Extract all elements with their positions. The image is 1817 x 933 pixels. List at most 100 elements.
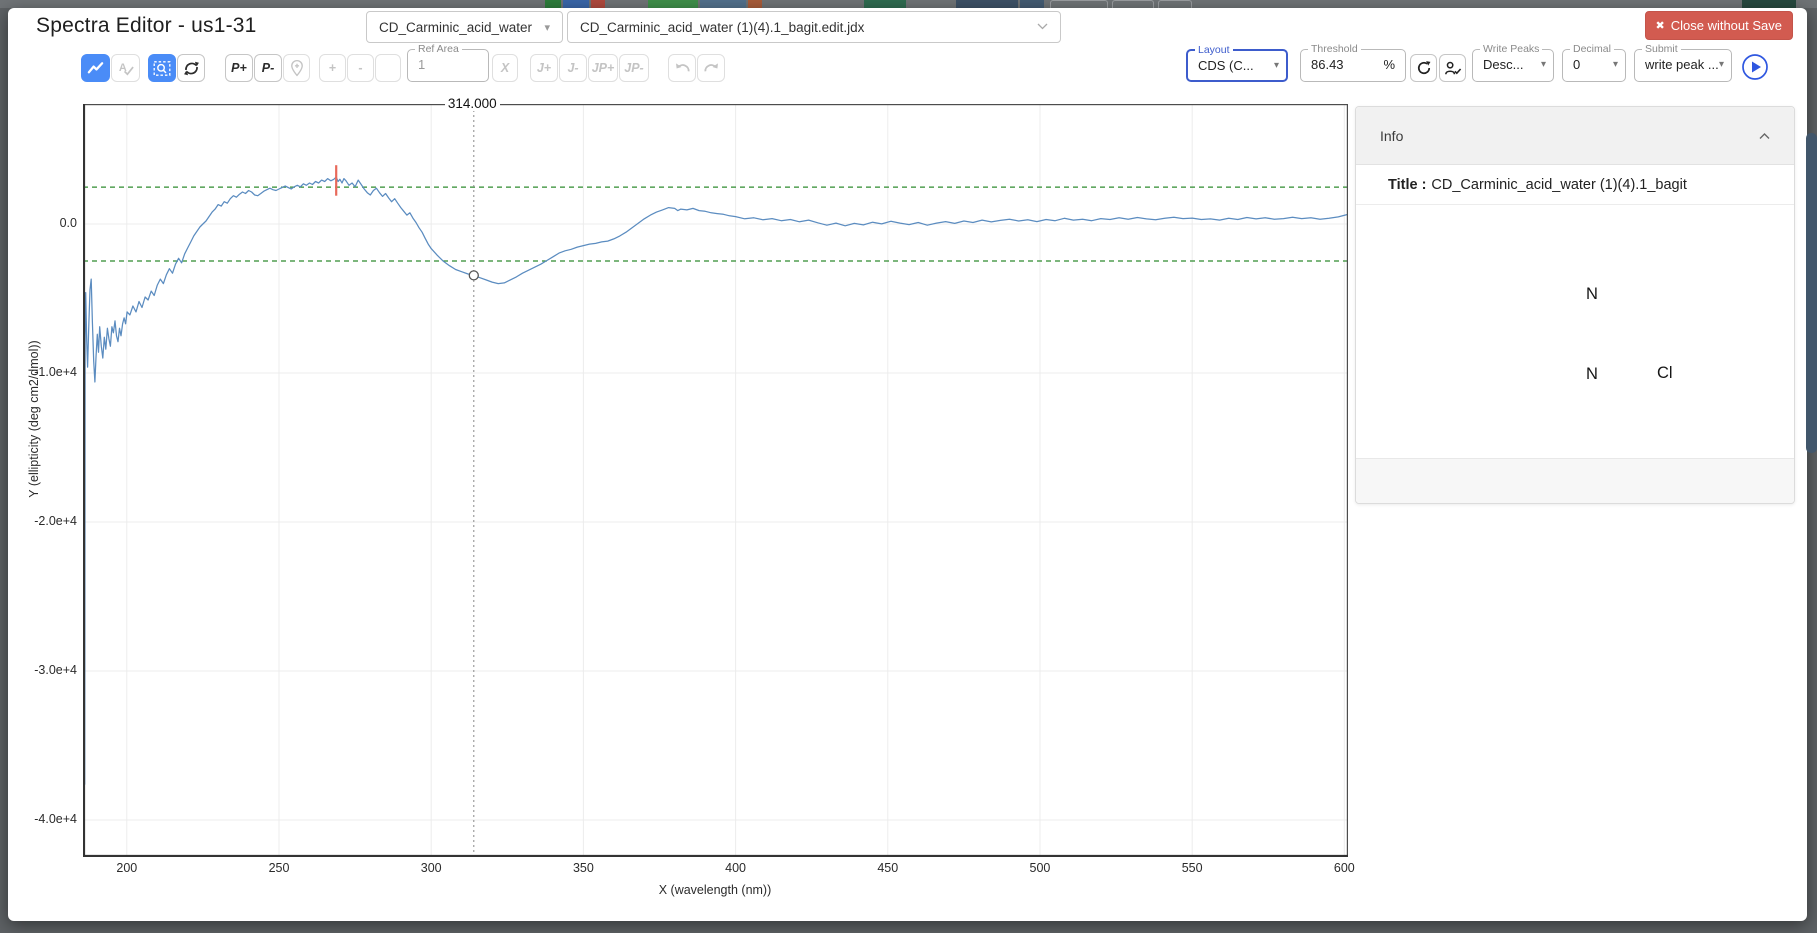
- background-tab-fragment: [1112, 0, 1154, 8]
- chevron-down-icon: ▾: [1274, 60, 1279, 71]
- background-tab-fragment: [956, 0, 1018, 8]
- x-tick-label: 350: [563, 861, 603, 875]
- y-tick-label: -4.0e+4: [17, 812, 77, 826]
- x-button[interactable]: X: [492, 54, 518, 82]
- background-tab-fragment: [545, 0, 561, 8]
- cursor-wavelength-label: 314.000: [445, 96, 500, 111]
- jp-minus-button[interactable]: JP-: [619, 54, 649, 82]
- close-without-save-button[interactable]: ✖ Close without Save: [1645, 11, 1794, 40]
- ref-area-input[interactable]: 1: [418, 57, 425, 72]
- write-peaks-label: Write Peaks: [1480, 43, 1542, 55]
- peak-remove-button[interactable]: P-: [254, 54, 282, 82]
- decimal-select[interactable]: Decimal 0 ▾: [1562, 49, 1626, 82]
- chevron-down-icon: ▾: [1719, 59, 1724, 70]
- chevron-down-icon: ▾: [1613, 59, 1618, 70]
- layout-value: CDS (C...: [1198, 58, 1254, 73]
- spectrum-title-label: Title :: [1388, 177, 1426, 193]
- threshold-unit: %: [1383, 57, 1395, 72]
- threshold-label: Threshold: [1308, 43, 1361, 55]
- layout-select[interactable]: Layout CDS (C... ▾: [1186, 49, 1288, 82]
- spectrum-selector-value: CD_Carminic_acid_water: [379, 20, 532, 35]
- spectrum-selector-dropdown[interactable]: CD_Carminic_acid_water ▾: [366, 11, 563, 43]
- ref-area-field[interactable]: Ref Area 1: [407, 49, 489, 82]
- submit-value: write peak ...: [1645, 57, 1719, 72]
- background-tab-fragment: [1020, 0, 1044, 8]
- spectrum-title-value: CD_Carminic_acid_water (1)(4).1_bagit: [1431, 177, 1686, 193]
- background-tab-fragment: [591, 0, 605, 8]
- play-icon: [1741, 53, 1769, 81]
- y-axis-title: Y (ellipticity (deg cm2/dmol)): [27, 289, 41, 549]
- write-peaks-select[interactable]: Write Peaks Desc... ▾: [1472, 49, 1554, 82]
- x-tick-label: 550: [1172, 861, 1212, 875]
- background-tab-fragment: [1050, 0, 1108, 8]
- run-submit-button[interactable]: [1740, 52, 1770, 82]
- user-check-icon: [1443, 59, 1462, 78]
- file-selector-dropdown[interactable]: CD_Carminic_acid_water (1)(4).1_bagit.ed…: [567, 11, 1061, 43]
- molecule-atom-label: N: [1586, 285, 1598, 304]
- plus-button[interactable]: +: [319, 54, 346, 82]
- spectrum-chart-area[interactable]: [83, 104, 1348, 857]
- background-tab-fragment: [1742, 0, 1796, 8]
- info-panel-title: Info: [1380, 128, 1403, 144]
- decimal-value: 0: [1573, 57, 1580, 72]
- threshold-input[interactable]: 86.43: [1311, 57, 1344, 72]
- minus-button[interactable]: -: [347, 54, 374, 82]
- pin-peak-button[interactable]: [283, 54, 310, 82]
- write-peaks-value: Desc...: [1483, 57, 1523, 72]
- jp-plus-button[interactable]: JP+: [588, 54, 618, 82]
- x-tick-label: 400: [716, 861, 756, 875]
- j-plus-button[interactable]: J+: [530, 54, 558, 82]
- chevron-down-icon: ▾: [544, 21, 550, 34]
- scrollbar-thumb[interactable]: [1806, 133, 1817, 453]
- y-tick-label: -1.0e+4: [17, 365, 77, 379]
- x-tick-label: 200: [107, 861, 147, 875]
- background-tab-fragment: [648, 0, 698, 8]
- molecule-atom-label: N: [1586, 365, 1598, 384]
- background-tab-fragment: [748, 0, 762, 8]
- auto-peak-picking-button[interactable]: [1439, 54, 1466, 82]
- info-panel-header[interactable]: Info: [1356, 107, 1794, 165]
- background-tab-fragment: [563, 0, 589, 8]
- j-minus-button[interactable]: J-: [559, 54, 587, 82]
- y-tick-label: -2.0e+4: [17, 514, 77, 528]
- undo-button[interactable]: [668, 54, 696, 82]
- zoom-area-tool-button[interactable]: [148, 54, 176, 82]
- molecule-viewer[interactable]: N N Cl: [1356, 205, 1794, 461]
- threshold-field[interactable]: Threshold 86.43 %: [1300, 49, 1406, 82]
- x-tick-label: 300: [411, 861, 451, 875]
- chevron-down-icon: ▾: [1541, 59, 1546, 70]
- molecule-atom-label: Cl: [1657, 364, 1673, 383]
- y-tick-label: 0.0: [17, 216, 77, 230]
- layout-label: Layout: [1195, 44, 1233, 56]
- x-tick-label: 600: [1324, 861, 1364, 875]
- redo-button[interactable]: [697, 54, 725, 82]
- refresh-icon: [1415, 59, 1433, 77]
- info-panel-footer: [1356, 458, 1794, 503]
- submit-select[interactable]: Submit write peak ... ▾: [1634, 49, 1732, 82]
- info-panel: Info Title : CD_Carminic_acid_water (1)(…: [1355, 106, 1795, 504]
- chevron-down-icon: [1037, 21, 1048, 33]
- reset-zoom-button[interactable]: [177, 54, 205, 82]
- x-tick-label: 250: [259, 861, 299, 875]
- close-icon: ✖: [1656, 19, 1665, 32]
- auto-assign-tool-button[interactable]: A: [111, 54, 140, 82]
- blank-button[interactable]: [375, 54, 401, 82]
- background-tab-fragment: [864, 0, 906, 8]
- x-tick-label: 500: [1020, 861, 1060, 875]
- background-tab-fragment: [1158, 0, 1192, 8]
- x-tick-label: 450: [868, 861, 908, 875]
- ref-area-label: Ref Area: [415, 43, 462, 55]
- page-title: Spectra Editor - us1-31: [36, 14, 257, 38]
- submit-label: Submit: [1642, 43, 1681, 55]
- chevron-up-icon[interactable]: [1759, 127, 1770, 145]
- refresh-threshold-button[interactable]: [1410, 54, 1437, 82]
- y-tick-label: -3.0e+4: [17, 663, 77, 677]
- spectrum-title-row: Title : CD_Carminic_acid_water (1)(4).1_…: [1356, 165, 1794, 205]
- close-button-label: Close without Save: [1671, 18, 1782, 33]
- spectrum-plot[interactable]: [83, 104, 1348, 857]
- decimal-label: Decimal: [1570, 43, 1614, 55]
- file-selector-value: CD_Carminic_acid_water (1)(4).1_bagit.ed…: [580, 20, 864, 35]
- spectra-line-tool-button[interactable]: [81, 54, 110, 82]
- peak-add-button[interactable]: P+: [225, 54, 253, 82]
- background-tabs-strip: [0, 0, 1817, 8]
